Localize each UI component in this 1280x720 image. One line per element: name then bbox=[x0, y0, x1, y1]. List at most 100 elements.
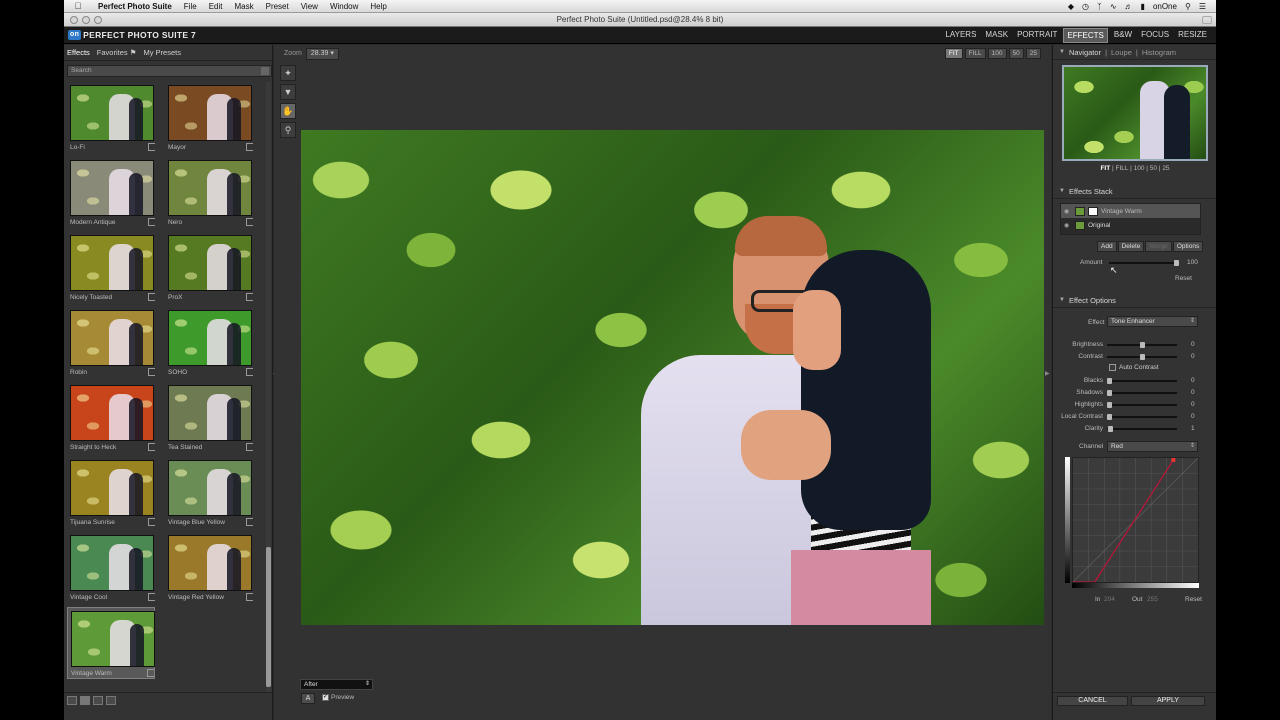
hand-tool-icon[interactable]: ✋ bbox=[280, 103, 296, 119]
favorite-flag-icon[interactable] bbox=[246, 518, 253, 526]
preset-tile[interactable]: Mayor bbox=[165, 82, 253, 154]
wifi-icon[interactable]: ∿ bbox=[1110, 2, 1117, 11]
grid-view-icon[interactable] bbox=[80, 696, 90, 705]
option-slider[interactable] bbox=[1107, 402, 1177, 408]
zoom-100-button[interactable]: 100 bbox=[987, 48, 1007, 59]
layer-mask-thumbnail[interactable] bbox=[1088, 206, 1098, 216]
view-mode-select[interactable]: After ⇕ bbox=[300, 679, 373, 690]
favorite-flag-icon[interactable] bbox=[246, 143, 253, 151]
favorite-flag-icon[interactable] bbox=[148, 218, 155, 226]
channel-select[interactable]: Red ⇕ bbox=[1107, 441, 1198, 452]
fit-button[interactable]: FIT bbox=[944, 48, 963, 59]
auto-contrast-checkbox[interactable] bbox=[1109, 364, 1116, 371]
option-slider[interactable] bbox=[1107, 342, 1177, 348]
favorite-flag-icon[interactable] bbox=[246, 218, 253, 226]
app-menu[interactable]: Perfect Photo Suite bbox=[92, 2, 178, 11]
navigator-thumbnail[interactable] bbox=[1062, 65, 1208, 161]
stack-layer-original[interactable]: ◉ Original bbox=[1061, 218, 1200, 232]
preset-tile[interactable]: Lo-Fi bbox=[67, 82, 155, 154]
module-mask[interactable]: MASK bbox=[982, 28, 1011, 43]
favorite-flag-icon[interactable] bbox=[148, 368, 155, 376]
stack-layer-vintage-warm[interactable]: ◉ Vintage Warm bbox=[1061, 204, 1200, 218]
zoom-25-button[interactable]: 25 bbox=[1025, 48, 1041, 59]
volume-icon[interactable]: ♬ bbox=[1125, 2, 1133, 11]
preset-tile[interactable]: Nero bbox=[165, 157, 253, 229]
preset-tile[interactable]: SOHO bbox=[165, 307, 253, 379]
visibility-eye-icon[interactable]: ◉ bbox=[1064, 222, 1072, 229]
collapse-triangle-icon[interactable]: ▼ bbox=[1059, 184, 1065, 199]
fill-button[interactable]: FILL bbox=[964, 48, 986, 59]
module-effects[interactable]: EFFECTS bbox=[1063, 27, 1108, 43]
tab-histogram[interactable]: Histogram bbox=[1142, 45, 1176, 60]
module-layers[interactable]: LAYERS bbox=[942, 28, 979, 43]
nav-50[interactable]: 50 bbox=[1150, 165, 1157, 172]
collapse-triangle-icon[interactable]: ▼ bbox=[1059, 293, 1065, 308]
nav-fill[interactable]: FILL bbox=[1116, 165, 1129, 172]
merge-button[interactable]: Merge bbox=[1145, 241, 1172, 252]
slider-knob[interactable] bbox=[1107, 402, 1112, 408]
window-minimize-button[interactable] bbox=[82, 16, 90, 24]
right-panel-collapse-icon[interactable]: ▶ bbox=[1045, 370, 1050, 380]
preset-tile[interactable]: Tijuana Sunrise bbox=[67, 457, 155, 529]
preset-tile[interactable]: Tea Stained bbox=[165, 382, 253, 454]
tab-loupe[interactable]: Loupe bbox=[1111, 45, 1132, 60]
favorite-flag-icon[interactable] bbox=[148, 593, 155, 601]
module-bw[interactable]: B&W bbox=[1111, 28, 1135, 43]
preset-tile[interactable]: Vintage Warm bbox=[67, 607, 155, 679]
option-slider[interactable] bbox=[1107, 390, 1177, 396]
apple-menu-icon[interactable]:  bbox=[64, 1, 92, 11]
battery-icon[interactable]: ▮ bbox=[1141, 2, 1145, 11]
preset-tile[interactable]: ProX bbox=[165, 232, 253, 304]
amount-reset-button[interactable]: Reset bbox=[1175, 275, 1192, 282]
option-slider[interactable] bbox=[1107, 426, 1177, 432]
nav-25[interactable]: 25 bbox=[1162, 165, 1169, 172]
favorite-flag-icon[interactable] bbox=[148, 293, 155, 301]
time-machine-icon[interactable]: ◷ bbox=[1082, 2, 1089, 11]
zoom-input[interactable]: 28.39 ▾ bbox=[305, 47, 339, 60]
favorite-flag-icon[interactable] bbox=[148, 443, 155, 451]
preset-tile[interactable]: Robin bbox=[67, 307, 155, 379]
column-view-icon[interactable] bbox=[93, 696, 103, 705]
visibility-eye-icon[interactable]: ◉ bbox=[1064, 208, 1072, 215]
module-focus[interactable]: FOCUS bbox=[1138, 28, 1172, 43]
preview-toggle[interactable]: ✓ Preview bbox=[322, 694, 354, 701]
photo-canvas[interactable] bbox=[301, 130, 1044, 625]
option-slider[interactable] bbox=[1107, 378, 1177, 384]
brush-tool-icon[interactable]: ✦ bbox=[280, 65, 296, 81]
window-zoom-button[interactable] bbox=[94, 16, 102, 24]
tab-effects[interactable]: Effects bbox=[67, 48, 90, 57]
preview-checkbox[interactable]: ✓ bbox=[322, 694, 329, 701]
menu-mask[interactable]: Mask bbox=[228, 2, 259, 11]
favorite-flag-icon[interactable] bbox=[246, 368, 253, 376]
option-slider[interactable] bbox=[1107, 354, 1177, 360]
tab-favorites[interactable]: Favorites ⚑ bbox=[97, 48, 137, 57]
single-view-icon[interactable] bbox=[67, 696, 77, 705]
cancel-button[interactable]: CANCEL bbox=[1057, 696, 1128, 706]
search-clear-icon[interactable] bbox=[261, 67, 269, 75]
apply-button[interactable]: APPLY bbox=[1131, 696, 1205, 706]
slider-knob[interactable] bbox=[1107, 414, 1112, 420]
curve-control-point[interactable] bbox=[1171, 458, 1176, 462]
curve-reset-button[interactable]: Reset bbox=[1185, 596, 1202, 603]
options-button[interactable]: Options bbox=[1172, 241, 1204, 252]
spotlight-icon[interactable]: ⚲ bbox=[1185, 2, 1191, 11]
slider-knob[interactable] bbox=[1139, 342, 1145, 348]
module-portrait[interactable]: PORTRAIT bbox=[1014, 28, 1060, 43]
before-after-button[interactable]: A bbox=[301, 693, 315, 704]
curve-graph[interactable] bbox=[1072, 457, 1199, 583]
preset-tile[interactable]: Vintage Blue Yellow bbox=[165, 457, 253, 529]
zoom-tool-icon[interactable]: ⚲ bbox=[280, 122, 296, 138]
list-view-icon[interactable] bbox=[106, 696, 116, 705]
scrollbar-thumb[interactable] bbox=[266, 547, 271, 687]
slider-knob[interactable] bbox=[1107, 390, 1112, 396]
preset-tile[interactable]: Straight to Heck bbox=[67, 382, 155, 454]
option-slider[interactable] bbox=[1107, 414, 1177, 420]
favorite-flag-icon[interactable] bbox=[147, 669, 154, 677]
favorite-flag-icon[interactable] bbox=[246, 293, 253, 301]
preset-tile[interactable]: Nicely Toasted bbox=[67, 232, 155, 304]
add-button[interactable]: Add bbox=[1097, 241, 1117, 252]
tab-navigator[interactable]: Navigator bbox=[1069, 45, 1101, 60]
window-close-button[interactable] bbox=[70, 16, 78, 24]
curves-editor[interactable] bbox=[1065, 457, 1199, 588]
menu-window[interactable]: Window bbox=[324, 2, 364, 11]
